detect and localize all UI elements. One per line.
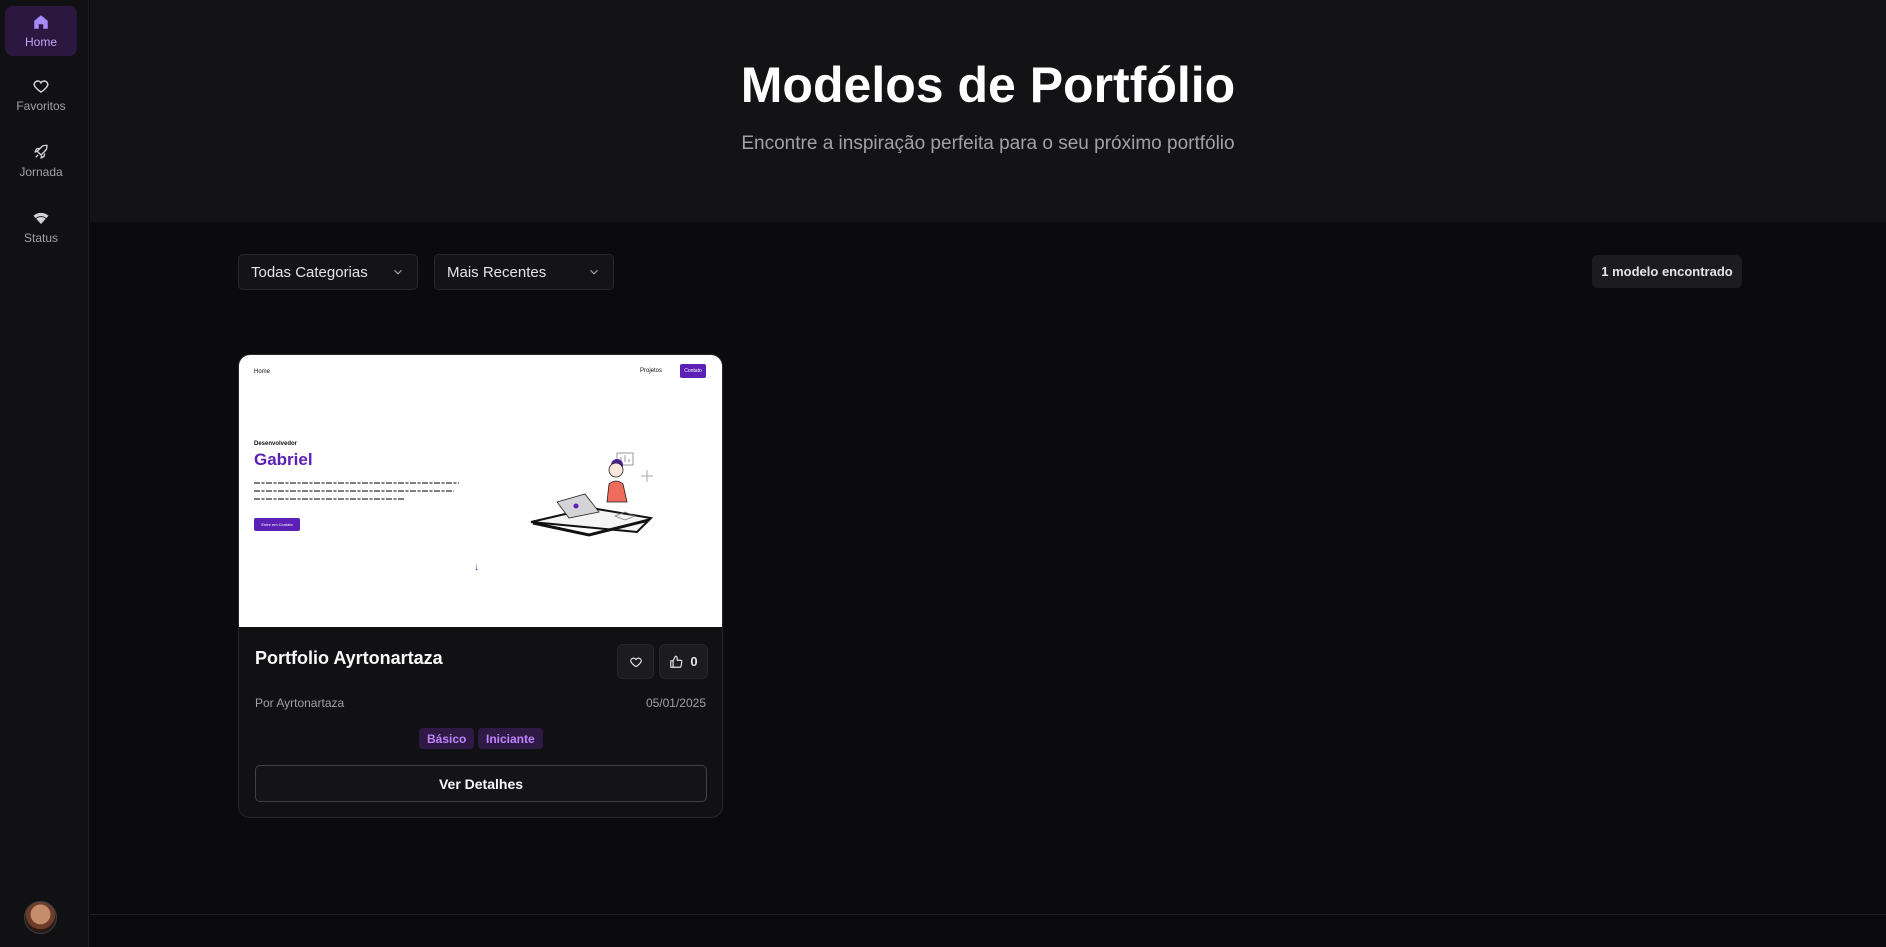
sidebar-item-favoritos[interactable]: Favoritos — [5, 70, 77, 120]
category-select-value: Todas Categorias — [251, 263, 368, 281]
view-details-button[interactable]: Ver Detalhes — [255, 765, 707, 802]
footer-divider — [90, 914, 1886, 915]
preview-name: Gabriel — [254, 450, 313, 469]
template-author: Por Ayrtonartaza — [255, 696, 345, 710]
heart-icon — [629, 657, 642, 667]
preview-body-text — [254, 480, 466, 507]
like-count: 0 — [690, 654, 698, 669]
tag-basico: Básico — [419, 728, 475, 749]
preview-cta: Entre em Contato — [254, 518, 300, 531]
page-subtitle: Encontre a inspiração perfeita para o se… — [741, 133, 1235, 154]
hero-section: Modelos de Portfólio Encontre a inspiraç… — [90, 0, 1886, 222]
avatar[interactable] — [24, 901, 57, 934]
template-card: Home Projetos Contato Desenvolvedor Gabr… — [238, 354, 723, 818]
sidebar: Home Favoritos Jornada Status — [0, 0, 89, 947]
sort-select-value: Mais Recentes — [447, 263, 547, 281]
preview-nav-projects: Projetos — [640, 368, 663, 374]
sidebar-item-label: Status — [23, 231, 59, 245]
sidebar-item-home[interactable]: Home — [5, 6, 77, 56]
favorite-button[interactable] — [617, 644, 654, 679]
template-title: Portfolio Ayrtonartaza — [255, 648, 443, 668]
thumbs-up-icon — [670, 655, 683, 668]
sidebar-item-label: Home — [24, 35, 57, 49]
sidebar-item-label: Favoritos — [16, 99, 66, 113]
sidebar-item-status[interactable]: Status — [5, 202, 77, 252]
chevron-down-icon — [590, 269, 598, 275]
preview-role: Desenvolvedor — [254, 441, 298, 447]
like-button[interactable]: 0 — [659, 644, 708, 679]
preview-nav-contact: Contato — [680, 364, 706, 378]
category-select[interactable]: Todas Categorias — [238, 254, 418, 290]
sidebar-item-jornada[interactable]: Jornada — [5, 136, 77, 186]
template-date: 05/01/2025 — [645, 696, 706, 710]
result-count-badge: 1 modelo encontrado — [1592, 255, 1742, 288]
tag-iniciante: Iniciante — [478, 728, 543, 749]
developer-illustration — [530, 452, 654, 537]
sort-select[interactable]: Mais Recentes — [434, 254, 614, 290]
chevron-down-icon — [394, 269, 402, 275]
arrow-down-icon: ↓ — [474, 562, 479, 573]
page-title: Modelos de Portfólio — [740, 57, 1236, 113]
template-preview-image[interactable]: Home Projetos Contato Desenvolvedor Gabr… — [239, 355, 722, 627]
wifi-icon — [33, 212, 49, 224]
rocket-icon — [34, 144, 48, 159]
home-icon — [34, 15, 48, 29]
sidebar-item-label: Jornada — [19, 165, 63, 179]
preview-nav-home: Home — [254, 369, 271, 375]
heart-icon — [33, 80, 49, 93]
